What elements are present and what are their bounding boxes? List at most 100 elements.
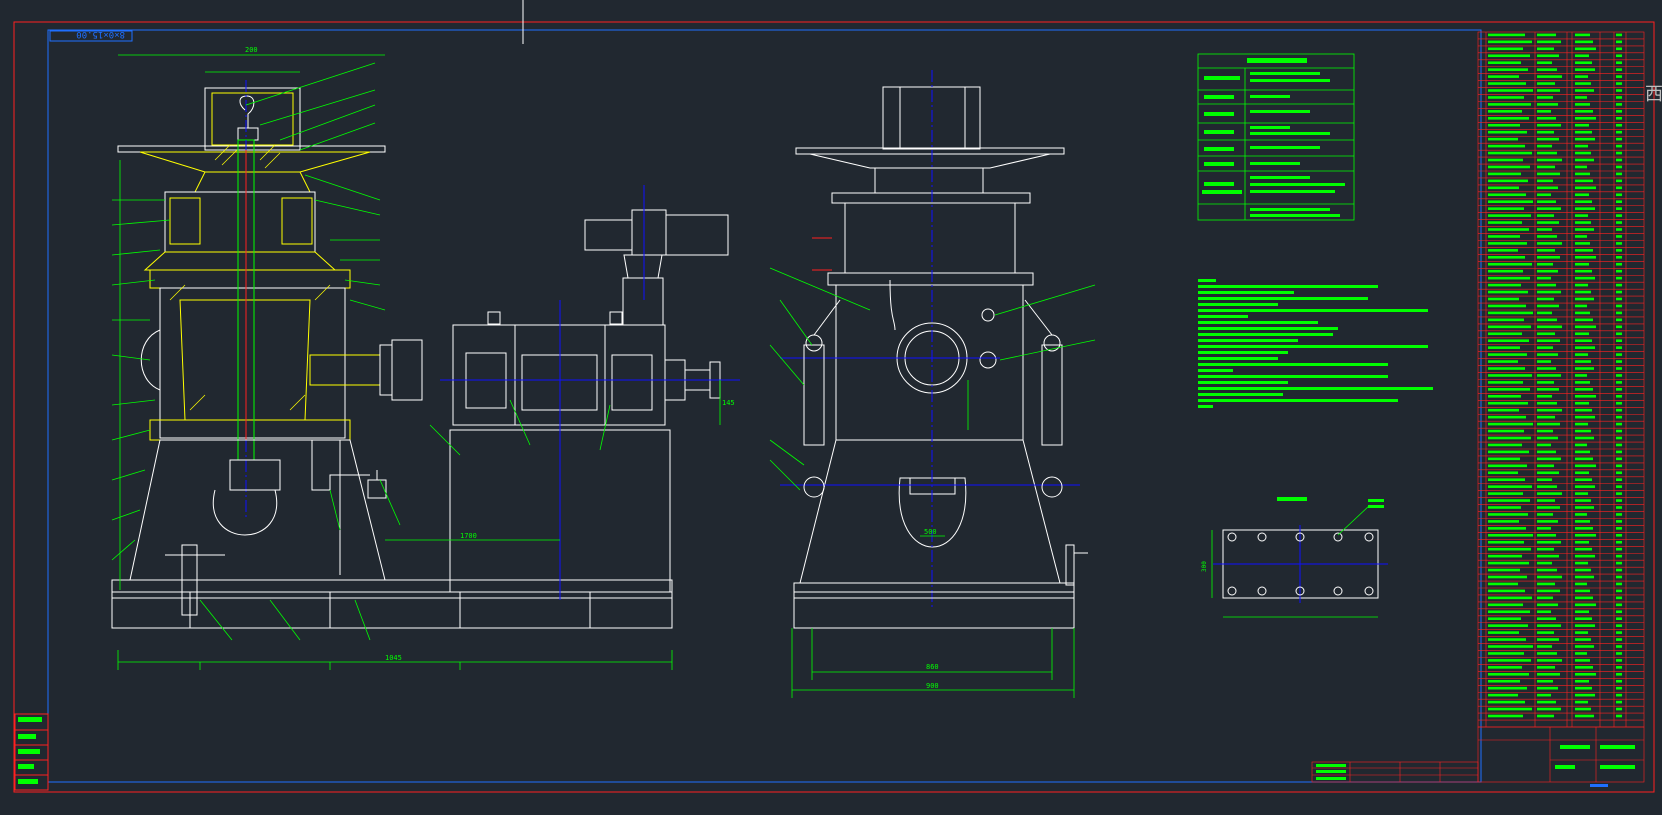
parts-list-cell-text <box>1537 693 1551 697</box>
parts-list-cell-text <box>1488 290 1528 294</box>
motor-assembly[interactable] <box>440 185 740 600</box>
parts-list-cell-text <box>1488 450 1529 454</box>
drawing-frame: 8×0×15.00 <box>13 0 1655 793</box>
parts-list-cell-text <box>1616 499 1622 502</box>
parts-list-cell-text <box>1537 624 1561 627</box>
parts-list-cell-text <box>1575 603 1596 607</box>
parts-list-cell-text <box>1616 346 1622 349</box>
front-section-view[interactable] <box>111 80 673 629</box>
parts-list-cell-text <box>1488 506 1521 509</box>
parts-list-cell-text <box>1537 186 1558 190</box>
parts-list-cell-text <box>1537 499 1555 502</box>
parts-list-cell-text <box>1616 33 1622 37</box>
parts-list-cell-text <box>1575 256 1596 259</box>
parts-list-cell-text <box>1616 471 1622 475</box>
parts-list-cell-text <box>1575 304 1587 308</box>
parts-list-cell-text <box>1575 679 1589 683</box>
parts-list-cell-text <box>1616 485 1622 488</box>
parts-list-cell-text <box>1488 249 1518 252</box>
parts-list-cell-text <box>1537 700 1556 704</box>
parts-list-cell-text <box>1575 575 1594 579</box>
parts-list-cell-text <box>1575 547 1592 551</box>
parts-list-cell-text <box>1575 186 1596 190</box>
parts-list-cell-text <box>1616 631 1622 634</box>
parts-list-cell-text <box>1616 54 1622 58</box>
parts-list-cell-text <box>1575 714 1594 718</box>
parts-list-cell-text <box>1488 137 1518 141</box>
parts-list-cell-text <box>1575 47 1596 51</box>
parts-list-cell-text <box>1616 666 1622 669</box>
parts-list-cell-text <box>1575 527 1593 530</box>
parts-list-cell-text <box>1616 249 1622 252</box>
parts-list-cell-text <box>1488 172 1521 176</box>
parts-list-cell-text <box>1616 235 1622 238</box>
parts-list-cell-text <box>1488 123 1520 127</box>
parts-list-cell-text <box>1575 700 1588 704</box>
parts-list-cell-text <box>1537 408 1562 412</box>
side-view-label: 500 <box>924 528 937 536</box>
parts-list-cell-text <box>1616 332 1622 336</box>
parts-list-cell-text <box>1537 353 1558 356</box>
parts-list-cell-text <box>1488 297 1519 301</box>
parts-list-cell-text <box>1616 158 1622 162</box>
parts-list-cell-text <box>1537 269 1558 273</box>
parts-list-cell-text <box>1575 130 1592 134</box>
parts-list-cell-text <box>1575 520 1590 523</box>
parts-list-cell-text <box>1575 117 1596 120</box>
parts-list-cell-text <box>1575 381 1590 384</box>
front-view-leaders <box>111 62 611 641</box>
parts-list-cell-text <box>1575 631 1588 634</box>
parts-list-cell-text <box>1488 568 1520 572</box>
parts-list-cell-text <box>1537 318 1557 322</box>
parts-list-cell-text <box>1537 645 1552 648</box>
parts-list-cell-text <box>1537 582 1555 586</box>
parts-list-cell-text <box>1537 283 1556 287</box>
parts-list-cell-text <box>1575 499 1591 502</box>
parts-list-cell-text <box>1537 388 1559 391</box>
parts-list-cell-text <box>1488 40 1532 44</box>
parts-list-cell-text <box>1616 492 1622 495</box>
parts-list-cell-text <box>1616 242 1622 245</box>
parts-list-cell-text <box>1488 165 1530 169</box>
parts-list-cell-text <box>1537 374 1561 377</box>
parts-list-cell-text <box>1575 450 1590 454</box>
parts-list-cell-text <box>1575 443 1587 447</box>
parts-list-cell-text <box>1575 193 1589 197</box>
parts-list-cell-text <box>1488 82 1526 85</box>
parts-list-cell-text <box>1575 54 1589 58</box>
parts-list-cell-text <box>1575 123 1589 127</box>
left-title-stub <box>14 713 49 791</box>
parts-list-cell-text <box>1575 554 1595 558</box>
parts-list-cell-text <box>1537 179 1553 183</box>
parts-list-cell-text <box>1616 520 1622 523</box>
parts-list-cell-text <box>1575 561 1588 565</box>
parts-list-cell-text <box>1575 158 1594 162</box>
parts-list-cell-text <box>1575 137 1595 141</box>
side-view[interactable] <box>780 70 1088 629</box>
plan-detail-view[interactable] <box>1213 525 1388 603</box>
parts-list-cell-text <box>1575 673 1596 676</box>
parts-list-cell-text <box>1537 144 1552 148</box>
parts-list-cell-text <box>1575 242 1590 245</box>
parts-list-cell-text <box>1488 673 1529 676</box>
parts-list-cell-text <box>1537 130 1554 134</box>
parts-list-cell-text <box>1488 631 1519 634</box>
parts-list-cell-text <box>1616 179 1622 183</box>
parts-list-cell-text <box>1575 290 1591 294</box>
parts-list-cell-text <box>1616 214 1622 217</box>
parts-list-cell-text <box>1537 471 1559 475</box>
parts-list-cell-text <box>1616 172 1622 176</box>
parts-list-cell-text <box>1575 33 1590 37</box>
parts-list-cell-text <box>1575 659 1590 662</box>
parts-list-cell-text <box>1488 193 1526 197</box>
parts-list-cell-text <box>1488 485 1532 488</box>
parts-list-cell-text <box>1488 610 1530 614</box>
parts-list-cell-text <box>1616 561 1622 565</box>
parts-list-cell-text <box>1616 568 1622 572</box>
parts-list-cell-text <box>1575 686 1592 690</box>
parts-list-cell-text <box>1488 388 1530 391</box>
parts-list-cell-text <box>1575 506 1594 509</box>
parts-list-cell-text <box>1616 652 1622 655</box>
parts-list-cell-text <box>1575 478 1592 481</box>
cad-drawing-canvas[interactable]: 8×0×15.00 西 200 1045 1700 145 860 900 50… <box>0 0 1662 815</box>
